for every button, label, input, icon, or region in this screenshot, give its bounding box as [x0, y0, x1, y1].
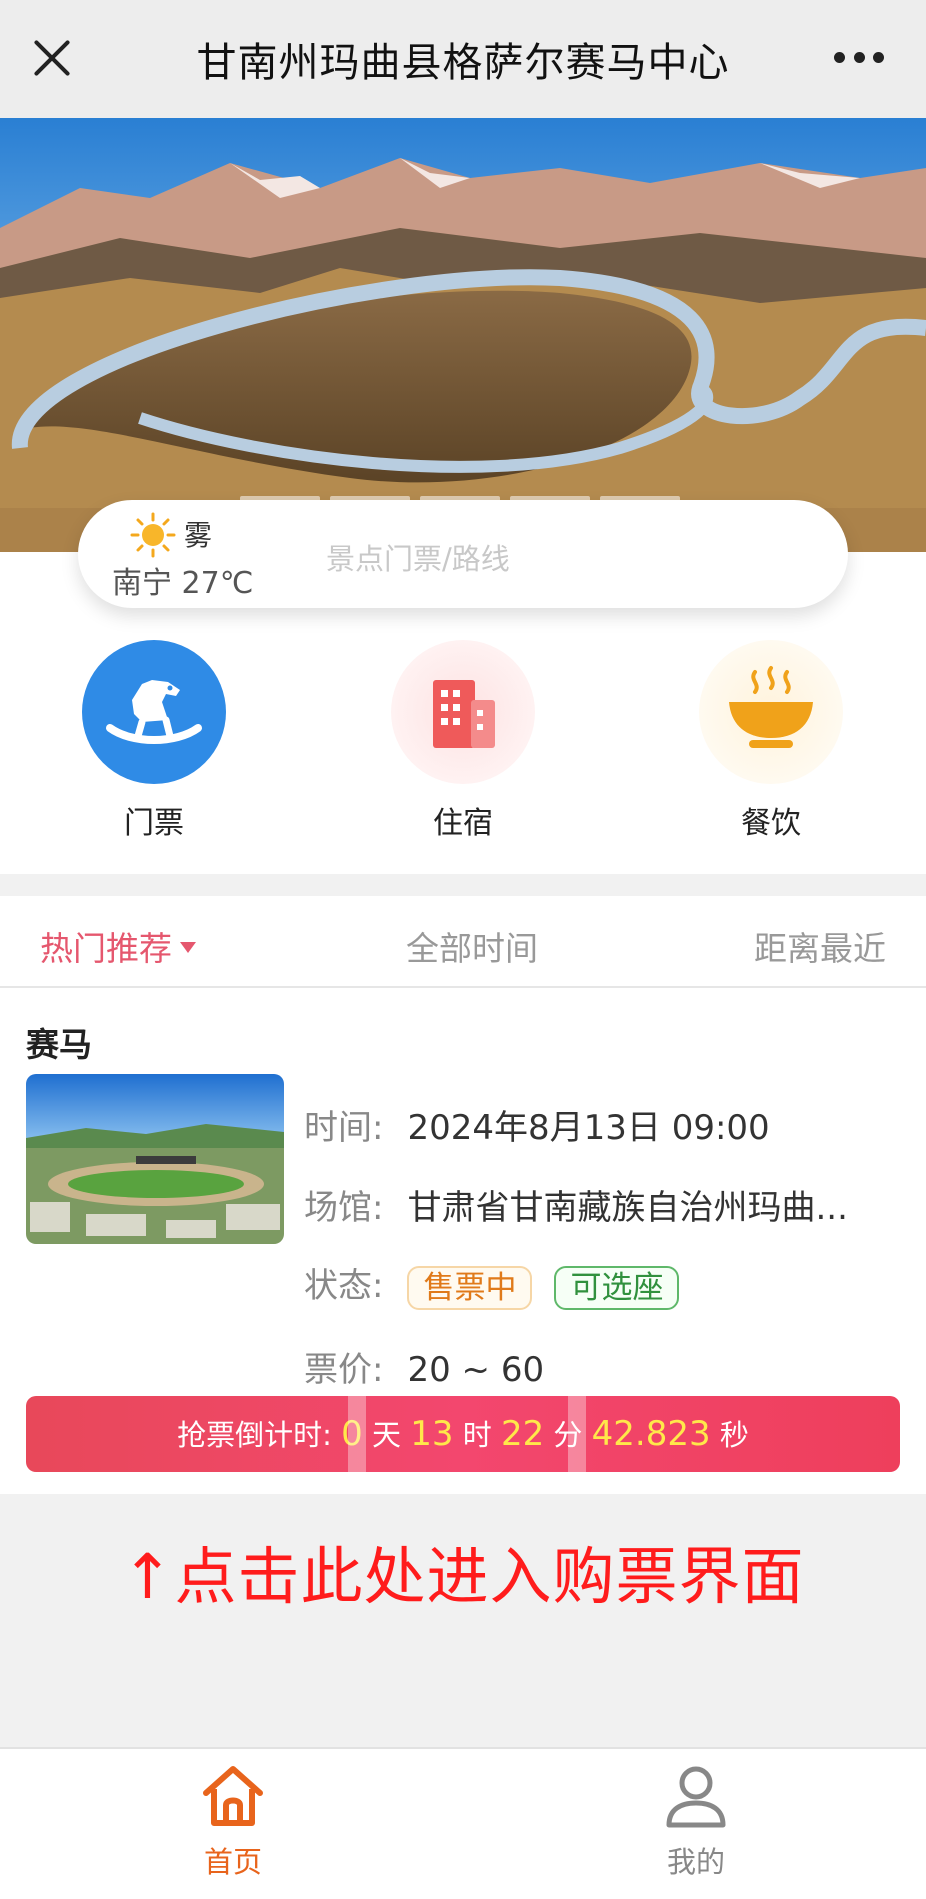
tab-hot[interactable]: 热门推荐	[40, 922, 196, 970]
time-value: 2024年8月13日 09:00	[407, 1108, 770, 1148]
nav-mine[interactable]: 我的	[596, 1761, 796, 1881]
nav-home-label: 首页	[203, 1845, 262, 1879]
nav-mine-label: 我的	[666, 1845, 725, 1879]
event-title[interactable]: 赛马	[26, 1018, 92, 1066]
event-status-row: 状态: 售票中 可选座	[304, 1258, 701, 1310]
shine-strip	[348, 1396, 366, 1472]
weather-location-temp: 南宁 27℃	[112, 566, 254, 601]
category-dining[interactable]: 餐饮	[691, 640, 851, 842]
tab-nearest[interactable]: 距离最近	[754, 922, 886, 970]
countdown-label: 抢票倒计时:	[177, 1418, 332, 1452]
page-title: 甘南州玛曲县格萨尔赛马中心	[196, 40, 730, 86]
ticket-countdown-button[interactable]: 抢票倒计时: 0 天 13 时 22 分 42.823 秒	[26, 1396, 900, 1472]
countdown-hours: 13	[410, 1414, 454, 1454]
title-bar: 甘南州玛曲县格萨尔赛马中心	[0, 0, 926, 118]
category-label: 住宿	[433, 806, 493, 841]
category-lodging[interactable]: 住宿	[383, 640, 543, 842]
home-icon	[203, 1766, 263, 1826]
event-venue-row: 场馆: 甘肃省甘南藏族自治州玛曲...	[304, 1180, 848, 1229]
status-badge-on-sale: 售票中	[407, 1265, 533, 1310]
nav-home[interactable]: 首页	[133, 1761, 333, 1881]
price-value: 20 ~ 60	[407, 1350, 545, 1390]
countdown-seconds: 42.823	[591, 1414, 711, 1454]
event-section: 热门推荐 全部时间 距离最近 赛马 时间: 2024年8月13日 09:00 场…	[0, 896, 926, 1494]
countdown-days-unit: 天	[371, 1418, 401, 1452]
tab-all-time[interactable]: 全部时间	[406, 922, 538, 970]
bowl-icon	[699, 640, 843, 784]
more-options-icon[interactable]	[834, 52, 884, 64]
status-label: 状态:	[304, 1266, 384, 1306]
countdown-hours-unit: 时	[462, 1418, 492, 1452]
filter-tabs: 热门推荐 全部时间 距离最近	[0, 896, 926, 988]
countdown-minutes: 22	[500, 1414, 545, 1454]
banner-image[interactable]	[0, 118, 926, 552]
event-price-row: 票价: 20 ~ 60	[304, 1342, 544, 1391]
search-input[interactable]: 景点门票/路线	[326, 536, 510, 578]
bottom-nav: 首页 我的	[0, 1747, 926, 1899]
event-time-row: 时间: 2024年8月13日 09:00	[304, 1100, 770, 1149]
event-thumbnail[interactable]	[26, 1074, 284, 1244]
sun-icon	[130, 512, 176, 558]
search-bar[interactable]: 雾 南宁 27℃ 景点门票/路线	[78, 500, 848, 608]
category-label: 门票	[124, 806, 184, 841]
venue-value: 甘肃省甘南藏族自治州玛曲...	[407, 1188, 848, 1228]
countdown-seconds-unit: 秒	[719, 1418, 749, 1452]
instruction-note: ↑点击此处进入购票界面	[121, 1540, 805, 1613]
dropdown-triangle-icon	[180, 942, 196, 953]
time-label: 时间:	[304, 1108, 384, 1148]
category-tickets[interactable]: 门票	[74, 640, 234, 842]
tab-hot-label: 热门推荐	[40, 929, 172, 968]
rocking-horse-icon	[82, 640, 226, 784]
user-icon	[666, 1766, 726, 1828]
shine-strip	[568, 1396, 586, 1472]
status-badge-seat-selection: 可选座	[554, 1265, 680, 1310]
venue-label: 场馆:	[304, 1188, 384, 1228]
price-label: 票价:	[304, 1350, 384, 1390]
category-label: 餐饮	[741, 806, 801, 841]
weather-condition: 雾	[184, 519, 213, 552]
building-icon	[391, 640, 535, 784]
